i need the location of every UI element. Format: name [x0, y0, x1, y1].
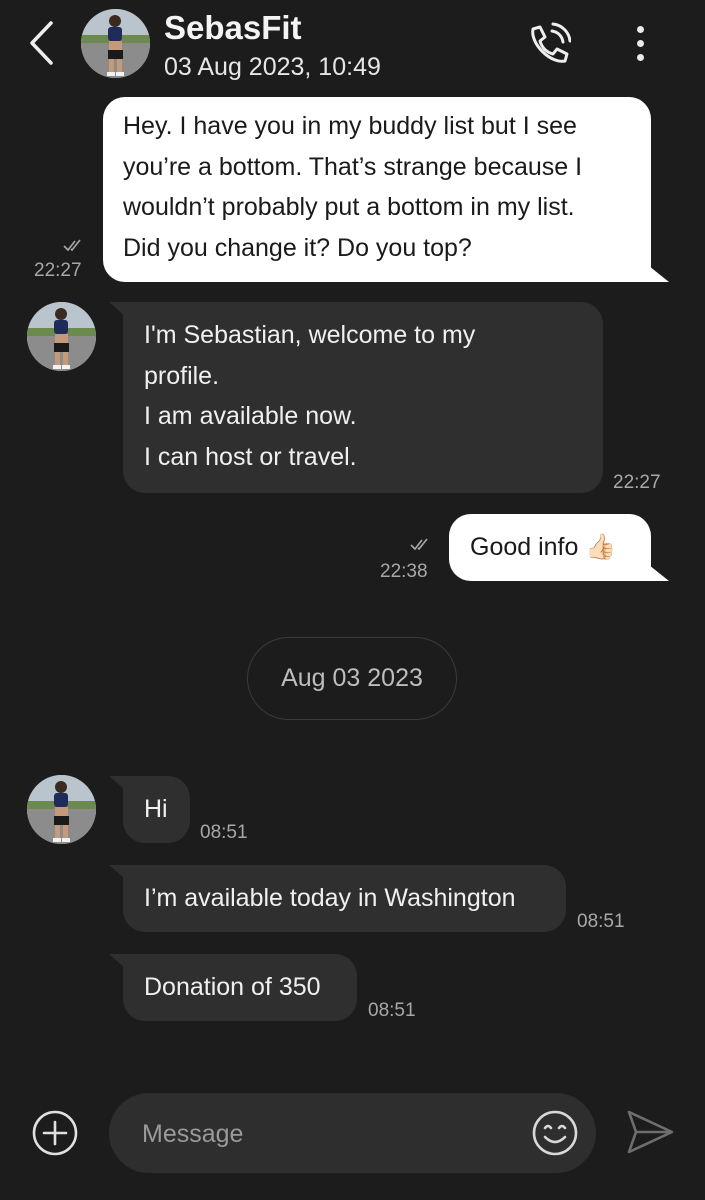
- message-text: Did you change it? Do you top?: [123, 233, 472, 262]
- more-vertical-icon: [636, 25, 644, 33]
- message-text: Donation of 350: [144, 973, 321, 1001]
- message-text: I'm Sebastian, welcome to my: [144, 321, 476, 349]
- message-text: I can host or travel.: [144, 442, 357, 471]
- thumbs-up-emoji: 👍🏻: [585, 533, 617, 561]
- last-seen-date: 03 Aug 2023, 10:49: [164, 53, 381, 81]
- message-input[interactable]: [140, 1093, 524, 1175]
- incoming-message[interactable]: Donation of 350: [109, 954, 357, 1021]
- plus-circle-icon: [32, 1110, 78, 1156]
- send-icon: [627, 1110, 674, 1154]
- message-text: I am available now.: [144, 402, 357, 430]
- outgoing-message[interactable]: Hey. I have you in my buddy list but I s…: [103, 97, 669, 282]
- read-receipt-icon: [410, 538, 428, 551]
- emoji-button[interactable]: [531, 1109, 579, 1157]
- message-time: 22:27: [34, 260, 82, 281]
- contact-avatar[interactable]: [81, 9, 150, 78]
- message-text: Hey. I have you in my buddy list but I s…: [123, 112, 577, 140]
- message-time: 22:38: [380, 561, 428, 582]
- more-options-button[interactable]: [622, 18, 658, 68]
- sender-avatar[interactable]: [27, 775, 96, 844]
- incoming-message[interactable]: I'm Sebastian, welcome to my profile. I …: [109, 302, 603, 493]
- message-time: 08:51: [200, 822, 248, 843]
- message-time: 08:51: [368, 1000, 416, 1021]
- message-text: Hi: [144, 795, 168, 823]
- sender-avatar[interactable]: [27, 302, 96, 371]
- message-text: profile.: [144, 361, 220, 390]
- date-separator: Aug 03 2023: [247, 637, 457, 720]
- message-text: wouldn’t probably put a bottom in my lis…: [123, 193, 575, 221]
- add-attachment-button[interactable]: [31, 1109, 79, 1157]
- message-text: I’m available today in Washington: [144, 884, 516, 912]
- phone-call-icon: [531, 22, 571, 63]
- smiley-icon: [532, 1110, 578, 1156]
- message-text: Good info 👍🏻: [470, 533, 617, 561]
- incoming-message[interactable]: I’m available today in Washington: [109, 865, 566, 932]
- back-button[interactable]: [22, 18, 62, 68]
- message-time: 08:51: [577, 911, 625, 932]
- call-button[interactable]: [521, 20, 575, 70]
- incoming-message[interactable]: Hi: [109, 776, 190, 843]
- message-time: 22:27: [613, 472, 661, 493]
- contact-name[interactable]: SebasFit: [164, 9, 302, 47]
- send-button[interactable]: [624, 1108, 676, 1156]
- outgoing-message[interactable]: Good info 👍🏻: [449, 514, 669, 581]
- chevron-left-icon: [30, 21, 53, 65]
- message-text: you’re a bottom. That’s strange because …: [123, 152, 583, 181]
- read-receipt-icon: [63, 239, 81, 252]
- message-composer[interactable]: [109, 1093, 596, 1175]
